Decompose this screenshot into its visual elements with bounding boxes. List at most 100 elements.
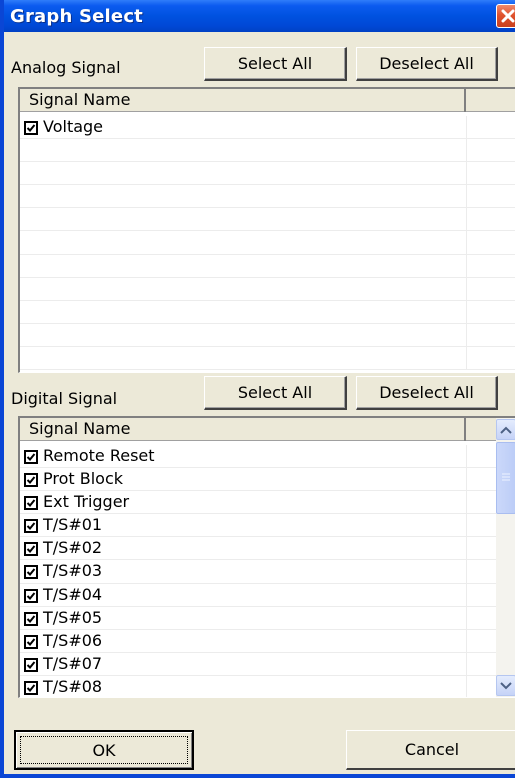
chevron-down-icon	[500, 681, 512, 689]
column-separator	[466, 491, 467, 514]
signal-checkbox[interactable]	[24, 496, 38, 511]
list-item[interactable]: T/S#06	[20, 629, 496, 653]
signal-name: T/S#08	[43, 676, 103, 696]
list-item[interactable]: Ext Trigger	[20, 491, 496, 515]
signal-name: T/S#02	[43, 538, 103, 558]
analog-rows: Voltage	[20, 116, 515, 371]
column-separator	[466, 208, 467, 231]
column-separator	[466, 445, 467, 468]
scroll-down-button[interactable]	[496, 675, 515, 696]
digital-deselect-all-button[interactable]: Deselect All	[356, 376, 498, 410]
list-item	[20, 323, 515, 347]
checkmark-icon	[26, 568, 36, 577]
list-item	[20, 346, 515, 371]
column-separator	[466, 537, 467, 560]
close-button[interactable]	[496, 4, 515, 28]
list-item[interactable]: T/S#08	[20, 675, 496, 697]
list-item[interactable]: Remote Reset	[20, 445, 496, 469]
list-item	[20, 185, 515, 209]
signal-checkbox[interactable]	[24, 450, 38, 464]
column-separator	[466, 468, 467, 491]
signal-checkbox[interactable]	[24, 680, 38, 695]
list-item	[20, 208, 515, 232]
analog-select-all-button[interactable]: Select All	[204, 47, 347, 81]
chevron-up-icon	[500, 426, 512, 434]
analog-column-signal-name[interactable]: Signal Name	[20, 89, 466, 112]
signal-checkbox[interactable]	[24, 565, 38, 580]
column-separator	[466, 300, 467, 323]
column-separator	[466, 629, 467, 652]
checkmark-icon	[26, 522, 36, 531]
list-item[interactable]: T/S#01	[20, 514, 496, 538]
digital-column-extra	[466, 418, 496, 441]
signal-name: T/S#05	[43, 607, 103, 627]
digital-signal-list[interactable]: Signal Name Remote Reset Prot Block Ext Tr…	[18, 416, 515, 698]
list-item	[20, 139, 515, 163]
list-item[interactable]: Prot Block	[20, 468, 496, 492]
scroll-thumb[interactable]	[496, 442, 515, 514]
list-item[interactable]: T/S#07	[20, 652, 496, 676]
signal-name: T/S#07	[43, 653, 103, 673]
signal-checkbox[interactable]	[24, 473, 38, 488]
signal-name: T/S#04	[43, 584, 103, 604]
signal-checkbox[interactable]	[24, 588, 38, 603]
scroll-up-button[interactable]	[496, 419, 515, 440]
checkmark-icon	[26, 615, 36, 623]
ok-button[interactable]: OK	[14, 730, 194, 770]
column-separator	[466, 116, 467, 139]
analog-column-extra	[466, 89, 515, 112]
list-item	[20, 231, 515, 255]
column-separator	[466, 514, 467, 537]
window-title: Graph Select	[10, 6, 143, 27]
signal-checkbox[interactable]	[24, 657, 38, 672]
checkmark-icon	[26, 591, 36, 600]
signal-checkbox[interactable]	[24, 519, 38, 534]
list-item[interactable]: T/S#02	[20, 537, 496, 561]
list-item	[20, 277, 515, 301]
list-item[interactable]: T/S#04	[20, 583, 496, 607]
column-separator	[466, 185, 467, 208]
focus-rectangle	[20, 736, 188, 764]
checkmark-icon	[26, 499, 36, 508]
column-separator	[466, 277, 467, 300]
checkmark-icon	[26, 453, 36, 461]
checkmark-icon	[26, 476, 36, 485]
signal-checkbox[interactable]	[24, 634, 38, 649]
list-item[interactable]: Voltage	[20, 116, 515, 140]
checkmark-icon	[26, 124, 36, 132]
close-icon	[501, 9, 515, 23]
analog-signal-label: Analog Signal	[11, 58, 121, 77]
signal-name: T/S#03	[43, 561, 103, 581]
checkmark-icon	[26, 684, 36, 692]
column-separator	[466, 560, 467, 583]
grip-icon	[502, 473, 510, 481]
analog-deselect-all-button[interactable]: Deselect All	[356, 47, 498, 81]
column-separator	[466, 231, 467, 254]
column-separator	[466, 652, 467, 675]
digital-vertical-scrollbar[interactable]	[496, 418, 515, 697]
signal-checkbox[interactable]	[24, 611, 38, 626]
list-item	[20, 162, 515, 186]
column-separator	[466, 254, 467, 277]
column-separator	[466, 675, 467, 697]
digital-column-signal-name[interactable]: Signal Name	[20, 418, 466, 441]
column-separator	[466, 606, 467, 629]
signal-checkbox[interactable]	[24, 121, 38, 135]
list-item[interactable]: T/S#05	[20, 606, 496, 630]
analog-signal-list[interactable]: Signal Name Voltage	[18, 87, 515, 373]
list-item[interactable]: T/S#03	[20, 560, 496, 584]
column-separator	[466, 346, 467, 370]
title-bar[interactable]: Graph Select	[4, 0, 515, 32]
digital-rows: Remote Reset Prot Block Ext Trigger T/S#01 T…	[20, 445, 496, 697]
checkmark-icon	[26, 638, 36, 646]
column-separator	[466, 139, 467, 162]
column-separator	[466, 162, 467, 185]
signal-name: T/S#06	[43, 630, 103, 650]
checkmark-icon	[26, 661, 36, 669]
digital-list-header: Signal Name	[20, 418, 496, 441]
signal-checkbox[interactable]	[24, 542, 38, 557]
digital-select-all-button[interactable]: Select All	[204, 376, 347, 410]
list-item	[20, 300, 515, 324]
graph-select-dialog: Graph Select Analog Signal Select All De…	[0, 0, 515, 778]
cancel-button[interactable]: Cancel	[346, 730, 515, 770]
